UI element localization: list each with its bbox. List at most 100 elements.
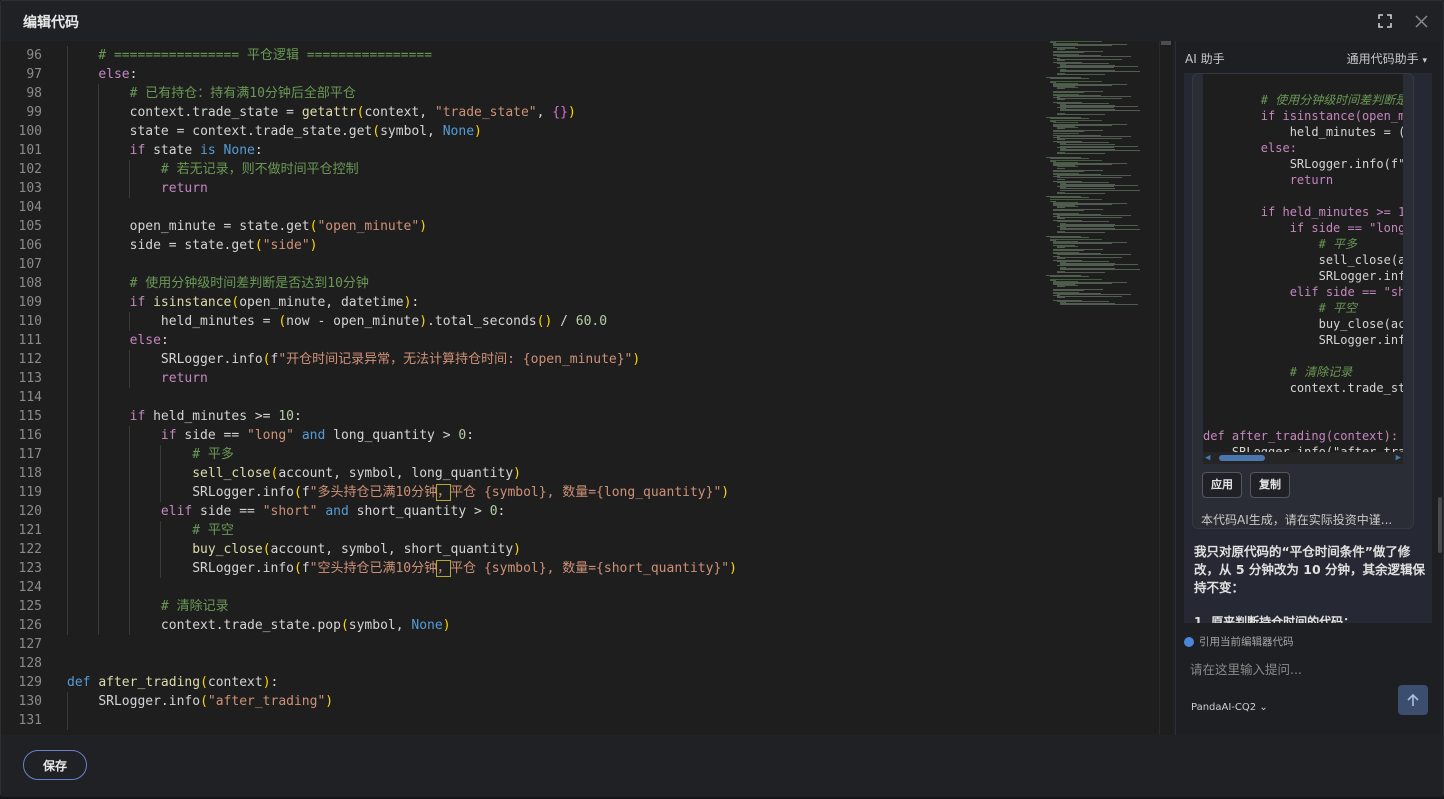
copy-button[interactable]: 复制: [1250, 472, 1290, 498]
line-number: 97: [26, 67, 42, 82]
line-text: else:: [98, 67, 138, 82]
code-line[interactable]: 104: [1, 198, 1041, 217]
snippet-line: else:: [1203, 141, 1297, 155]
code-line[interactable]: 105 open_minute = state.get("open_minute…: [1, 217, 1041, 236]
check-circle-icon[interactable]: [1184, 636, 1194, 647]
code-line[interactable]: 98 # 已有持仓：持有满10分钟后全部平仓: [1, 84, 1041, 103]
code-line[interactable]: 121 # 平空: [1, 521, 1041, 540]
apply-button[interactable]: 应用: [1202, 472, 1242, 498]
code-line[interactable]: 122 buy_close(account, symbol, short_qua…: [1, 540, 1041, 559]
code-line[interactable]: 131: [1, 711, 1041, 730]
minimap-line: [1060, 110, 1140, 112]
code-line[interactable]: 125 # 清除记录: [1, 597, 1041, 616]
minimap-line: [1056, 217, 1122, 218]
minimap-line: [1056, 297, 1065, 299]
line-text: buy_close(account, symbol, short_quantit…: [192, 542, 521, 557]
line-number: 110: [18, 314, 42, 329]
editor-scrollbar[interactable]: [1159, 41, 1171, 735]
snippet-scroll-thumb[interactable]: [1219, 455, 1265, 461]
code-line[interactable]: 102 # 若无记录，则不做时间平仓控制: [1, 160, 1041, 179]
line-number: 120: [18, 504, 42, 519]
code-line[interactable]: 112 SRLogger.info(f"开仓时间记录异常，无法计算持仓时间: {…: [1, 350, 1041, 369]
line-number: 108: [18, 276, 42, 291]
minimap-line: [1060, 268, 1140, 270]
code-line[interactable]: 124: [1, 578, 1041, 597]
code-lines[interactable]: 96 # ================ 平仓逻辑 =============…: [1, 46, 1041, 730]
code-line[interactable]: 100 state = context.trade_state.get(symb…: [1, 122, 1041, 141]
code-line[interactable]: 110 held_minutes = (now - open_minute).t…: [1, 312, 1041, 331]
line-text: open_minute = state.get("open_minute"): [129, 219, 428, 234]
code-line[interactable]: 103 return: [1, 179, 1041, 198]
code-line[interactable]: 96 # ================ 平仓逻辑 =============…: [1, 46, 1041, 65]
code-line[interactable]: 129 def after_trading(context):: [1, 673, 1041, 692]
code-line[interactable]: 117 # 平多: [1, 445, 1041, 464]
code-line[interactable]: 109 if isinstance(open_minute, datetime)…: [1, 293, 1041, 312]
code-line[interactable]: 115 if held_minutes >= 10:: [1, 407, 1041, 426]
maximize-icon[interactable]: [1375, 11, 1395, 31]
line-number: 127: [18, 637, 42, 652]
code-line[interactable]: 101 if state is None:: [1, 141, 1041, 160]
model-select[interactable]: PandaAI-CQ2 ⌄: [1191, 702, 1268, 713]
code-suggestion-card: SRLogger.info("after_tradindef after_tra…: [1192, 73, 1414, 529]
line-number: 118: [18, 466, 42, 481]
code-line[interactable]: 119 SRLogger.info(f"多头持仓已满10分钟，平仓 {symbo…: [1, 483, 1041, 502]
code-line[interactable]: 113 return: [1, 369, 1041, 388]
line-text: SRLogger.info(f"多头持仓已满10分钟，平仓 {symbol}, …: [192, 484, 730, 501]
code-line[interactable]: 123 SRLogger.info(f"空头持仓已满10分钟，平仓 {symbo…: [1, 559, 1041, 578]
send-button[interactable]: [1398, 685, 1428, 715]
editor-scroll-thumb[interactable]: [1161, 41, 1171, 45]
minimap-line: [1049, 199, 1102, 201]
code-line[interactable]: 128: [1, 654, 1041, 673]
minimap-line: [1060, 189, 1140, 191]
line-text: # 平多: [192, 447, 234, 462]
minimap-line: [1049, 159, 1102, 161]
minimap-line: [1056, 127, 1065, 129]
snippet-horizontal-scrollbar[interactable]: ◀ ▶: [1203, 452, 1403, 464]
code-line[interactable]: 106 side = state.get("side"): [1, 236, 1041, 255]
code-line[interactable]: 130 SRLogger.info("after_trading"): [1, 692, 1041, 711]
line-number: 100: [18, 124, 42, 139]
line-number: 107: [18, 257, 42, 272]
snippet-line: # 平多: [1203, 237, 1358, 251]
reference-editor-toggle[interactable]: 引用当前编辑器代码: [1184, 634, 1294, 649]
chat-history[interactable]: SRLogger.info("after_tradindef after_tra…: [1184, 73, 1432, 623]
snippet-line: SRLogger.info(f"开仓: [1289, 157, 1403, 171]
snippet-line: buy_close(accou: [1318, 317, 1403, 331]
code-line[interactable]: 108 # 使用分钟级时间差判断是否达到10分钟: [1, 274, 1041, 293]
ai-panel-scroll-thumb[interactable]: [1438, 497, 1442, 553]
line-number: 116: [18, 428, 42, 443]
code-editor[interactable]: 96 # ================ 平仓逻辑 =============…: [1, 41, 1173, 735]
minimap-line: [1056, 74, 1105, 75]
code-line[interactable]: 127: [1, 635, 1041, 654]
code-line[interactable]: 111 else:: [1, 331, 1041, 350]
snippet-line: SRLogger.info(f: [1318, 269, 1403, 283]
question-input[interactable]: [1190, 659, 1400, 679]
code-line[interactable]: 116 if side == "long" and long_quantity …: [1, 426, 1041, 445]
minimap-line: [1056, 48, 1065, 50]
line-number: 103: [18, 181, 42, 196]
code-line[interactable]: 126 context.trade_state.pop(symbol, None…: [1, 616, 1041, 635]
minimap-line: [1056, 286, 1065, 288]
code-line[interactable]: 118 sell_close(account, symbol, long_qua…: [1, 464, 1041, 483]
scroll-right-icon[interactable]: ▶: [1396, 453, 1401, 463]
suggested-code[interactable]: SRLogger.info("after_tradindef after_tra…: [1203, 74, 1403, 464]
code-line[interactable]: 97 else:: [1, 65, 1041, 84]
minimap-line: [1049, 278, 1102, 280]
code-minimap[interactable]: [1044, 41, 1159, 311]
minimap-line: [1049, 80, 1102, 82]
code-line[interactable]: 114: [1, 388, 1041, 407]
minimap-line: [1049, 197, 1089, 199]
code-line[interactable]: 107: [1, 255, 1041, 274]
line-number: 113: [18, 371, 42, 386]
line-number: 105: [18, 219, 42, 234]
close-icon[interactable]: [1411, 11, 1431, 31]
line-number: 129: [18, 675, 42, 690]
line-number: 102: [18, 162, 42, 177]
code-line[interactable]: 99 context.trade_state = getattr(context…: [1, 103, 1041, 122]
assistant-select[interactable]: 通用代码助手 ▾: [1347, 50, 1427, 67]
code-line[interactable]: 120 elif side == "short" and short_quant…: [1, 502, 1041, 521]
scroll-left-icon[interactable]: ◀: [1205, 453, 1210, 463]
save-button[interactable]: 保存: [23, 750, 87, 780]
ai-panel-scrollbar[interactable]: [1438, 41, 1443, 735]
line-number: 101: [18, 143, 42, 158]
